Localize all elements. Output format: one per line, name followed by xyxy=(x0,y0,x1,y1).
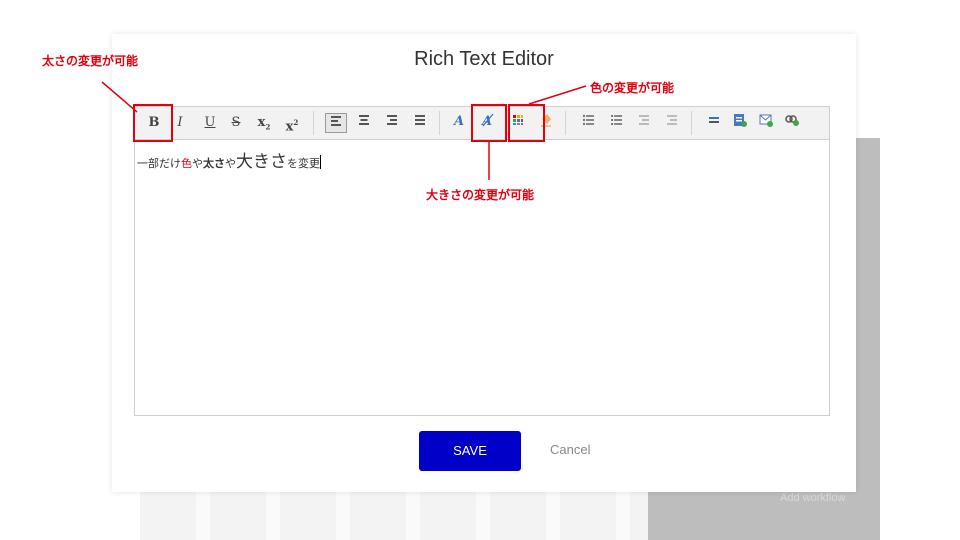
bold-annotation-line xyxy=(101,81,138,113)
color-annotation: 色の変更が可能 xyxy=(590,81,675,95)
bold-annotation: 太さの変更が可能 xyxy=(42,54,139,68)
annotation-lines xyxy=(101,81,587,180)
color-annotation-line xyxy=(528,85,587,105)
size-annotation: 大きさの変更が可能 xyxy=(426,188,535,202)
